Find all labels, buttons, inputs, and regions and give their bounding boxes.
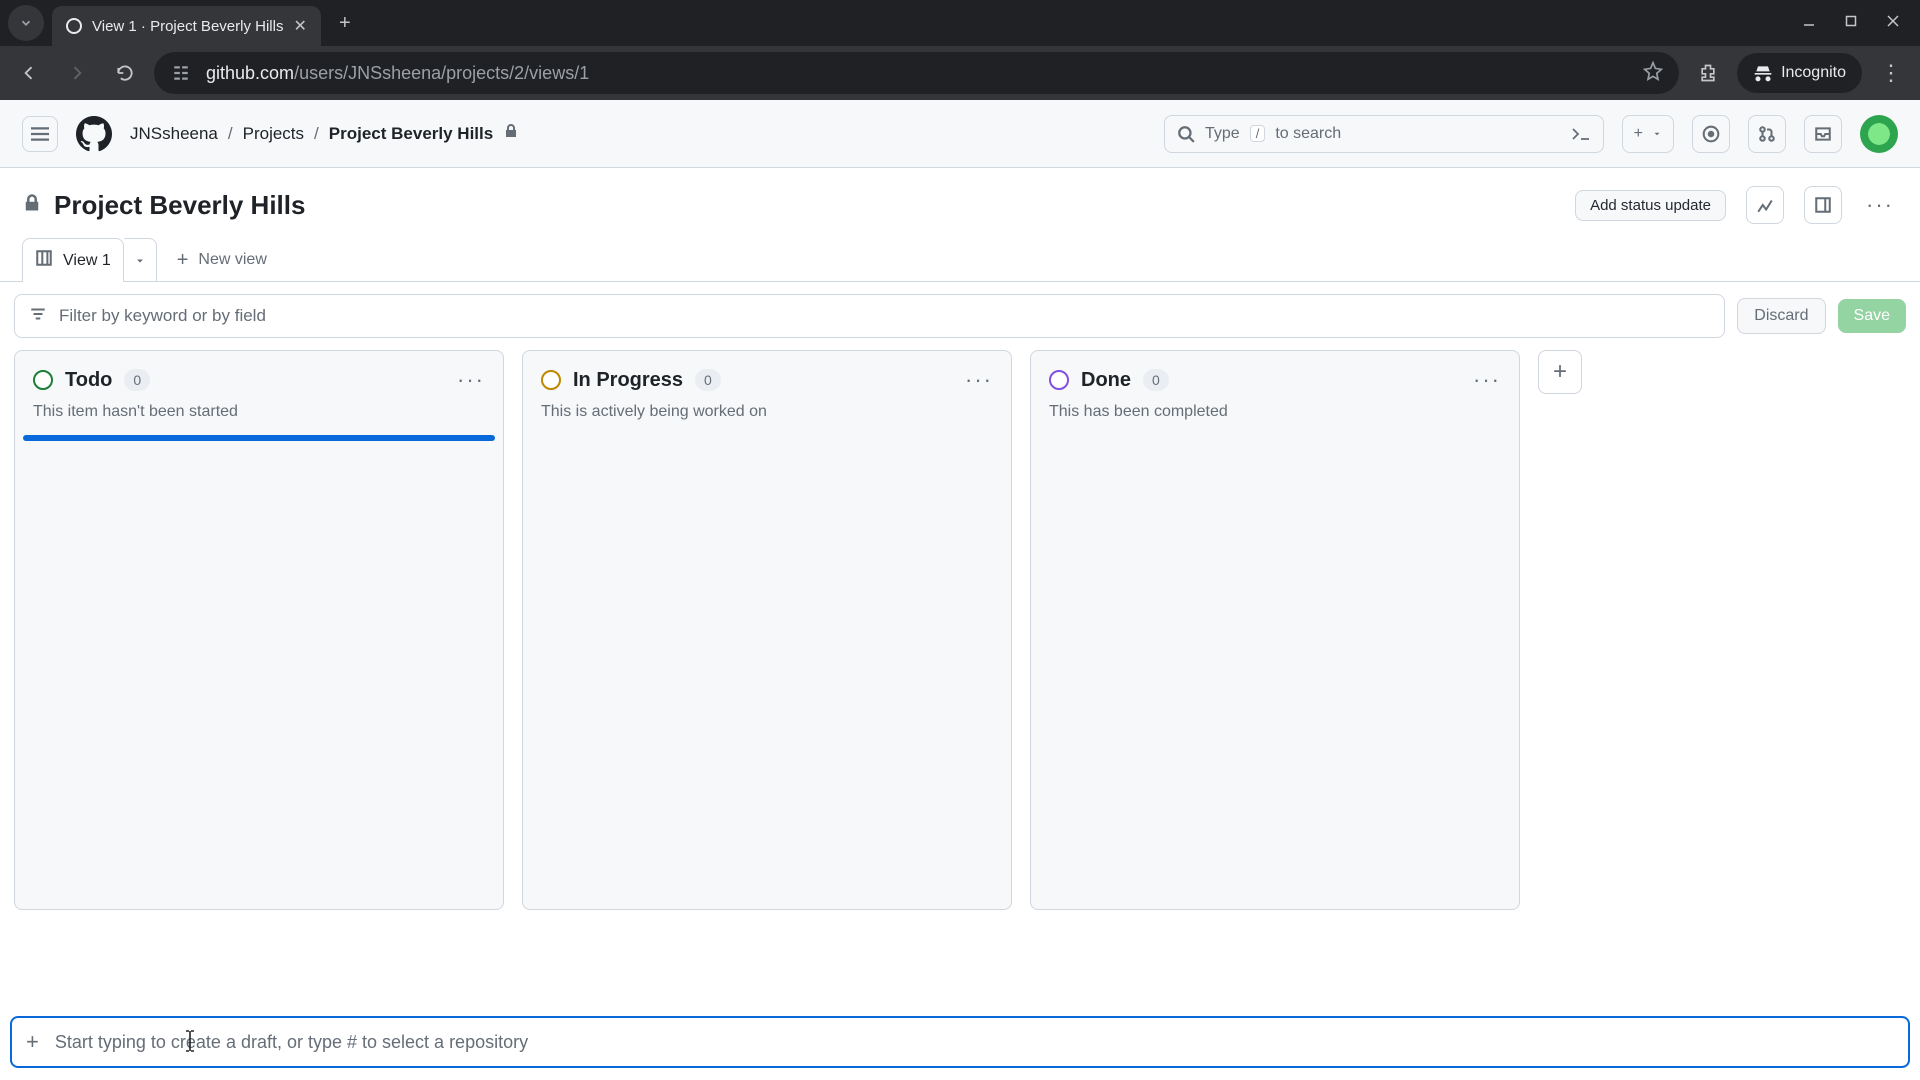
search-hint-key: / — [1250, 125, 1266, 142]
breadcrumb-user[interactable]: JNSsheena — [130, 124, 218, 144]
column-title: In Progress — [573, 369, 683, 392]
new-tab-button[interactable]: + — [329, 7, 361, 39]
column-dropzone-indicator — [23, 435, 495, 441]
omnibox[interactable]: github.com/users/JNSsheena/projects/2/vi… — [154, 52, 1679, 94]
plus-icon: + — [177, 249, 189, 272]
new-view-label: New view — [198, 251, 266, 269]
global-search[interactable]: Type / to search — [1164, 115, 1604, 153]
tab-close-icon[interactable]: ✕ — [293, 16, 306, 36]
url-text: github.com/users/JNSsheena/projects/2/vi… — [206, 63, 589, 84]
tab-strip: View 1 · Project Beverly Hills ✕ + — [0, 0, 1920, 46]
new-view-button[interactable]: + New view — [161, 239, 283, 282]
minimize-icon[interactable] — [1802, 14, 1816, 33]
column-count: 0 — [695, 369, 721, 391]
extensions-icon[interactable] — [1689, 54, 1727, 92]
tab-favicon — [66, 18, 82, 34]
browser-chrome: View 1 · Project Beverly Hills ✕ + githu… — [0, 0, 1920, 100]
pull-requests-button[interactable] — [1748, 115, 1786, 153]
plus-icon: + — [1634, 125, 1643, 143]
create-new-menu[interactable]: + — [1622, 115, 1674, 153]
add-item-bar[interactable]: + — [10, 1016, 1910, 1068]
breadcrumb-projects[interactable]: Projects — [243, 124, 304, 144]
views-tabs: View 1 + New view — [0, 224, 1920, 282]
project-header: Project Beverly Hills Add status update … — [0, 168, 1920, 224]
project-title: Project Beverly Hills — [54, 190, 305, 221]
maximize-icon[interactable] — [1844, 14, 1858, 33]
issues-button[interactable] — [1692, 115, 1730, 153]
forward-button[interactable] — [58, 54, 96, 92]
save-button[interactable]: Save — [1838, 299, 1906, 333]
column-description: This item hasn't been started — [15, 399, 503, 435]
window-controls — [1802, 14, 1912, 33]
column-count: 0 — [1143, 369, 1169, 391]
command-palette-icon[interactable] — [1571, 126, 1591, 142]
column-title: Done — [1081, 369, 1131, 392]
project-details-button[interactable] — [1804, 186, 1842, 224]
incognito-label: Incognito — [1781, 64, 1846, 82]
board: Todo 0 ··· This item hasn't been started… — [0, 350, 1920, 910]
status-circle-progress — [541, 370, 561, 390]
filter-placeholder: Filter by keyword or by field — [59, 306, 266, 326]
reload-button[interactable] — [106, 54, 144, 92]
insights-button[interactable] — [1746, 186, 1784, 224]
search-icon — [1177, 125, 1195, 143]
search-hint-suffix: to search — [1275, 125, 1341, 143]
breadcrumb-project[interactable]: Project Beverly Hills — [329, 124, 493, 144]
github-header: JNSsheena / Projects / Project Beverly H… — [0, 100, 1920, 168]
bookmark-icon[interactable] — [1643, 61, 1663, 86]
add-status-update-button[interactable]: Add status update — [1575, 190, 1726, 221]
lock-icon — [22, 193, 42, 218]
column-header: In Progress 0 ··· — [523, 351, 1011, 399]
column-count: 0 — [124, 369, 150, 391]
github-logo[interactable] — [76, 116, 112, 152]
address-bar: github.com/users/JNSsheena/projects/2/vi… — [0, 46, 1920, 100]
avatar[interactable] — [1860, 115, 1898, 153]
close-window-icon[interactable] — [1886, 14, 1900, 33]
column-menu-button[interactable]: ··· — [965, 367, 993, 393]
board-icon — [35, 249, 53, 272]
discard-button[interactable]: Discard — [1737, 298, 1825, 334]
incognito-chip[interactable]: Incognito — [1737, 53, 1862, 93]
column-todo: Todo 0 ··· This item hasn't been started — [14, 350, 504, 910]
column-header: Done 0 ··· — [1031, 351, 1519, 399]
tab-search-button[interactable] — [8, 5, 44, 41]
column-header: Todo 0 ··· — [15, 351, 503, 399]
project-menu-button[interactable]: ··· — [1862, 186, 1898, 224]
incognito-icon — [1753, 63, 1773, 83]
column-menu-button[interactable]: ··· — [1473, 367, 1501, 393]
column-description: This has been completed — [1031, 399, 1519, 435]
inbox-button[interactable] — [1804, 115, 1842, 153]
column-title: Todo — [65, 369, 112, 392]
chevron-down-icon — [1652, 129, 1662, 139]
filter-row: Filter by keyword or by field Discard Sa… — [0, 282, 1920, 350]
tab-title: View 1 · Project Beverly Hills — [92, 18, 283, 35]
hamburger-menu[interactable] — [22, 116, 58, 152]
plus-icon: + — [26, 1029, 39, 1055]
filter-input[interactable]: Filter by keyword or by field — [14, 294, 1725, 338]
browser-menu-button[interactable]: ⋮ — [1872, 54, 1910, 92]
page: JNSsheena / Projects / Project Beverly H… — [0, 100, 1920, 1080]
site-settings-icon[interactable] — [170, 62, 192, 84]
search-hint-prefix: Type — [1205, 125, 1240, 143]
view-tab-active[interactable]: View 1 — [22, 238, 124, 282]
add-item-input[interactable] — [55, 1032, 1894, 1053]
status-circle-todo — [33, 370, 53, 390]
column-description: This is actively being worked on — [523, 399, 1011, 435]
view-tab-label: View 1 — [63, 252, 111, 270]
breadcrumb-sep: / — [228, 124, 233, 144]
column-menu-button[interactable]: ··· — [457, 367, 485, 393]
view-tab-options[interactable] — [124, 238, 157, 282]
column-done: Done 0 ··· This has been completed — [1030, 350, 1520, 910]
back-button[interactable] — [10, 54, 48, 92]
breadcrumb: JNSsheena / Projects / Project Beverly H… — [130, 123, 519, 144]
filter-icon — [29, 305, 47, 328]
column-in-progress: In Progress 0 ··· This is actively being… — [522, 350, 1012, 910]
status-circle-done — [1049, 370, 1069, 390]
lock-icon — [503, 123, 519, 144]
add-column-button[interactable]: + — [1538, 350, 1582, 394]
browser-tab-active[interactable]: View 1 · Project Beverly Hills ✕ — [52, 6, 321, 46]
breadcrumb-sep: / — [314, 124, 319, 144]
